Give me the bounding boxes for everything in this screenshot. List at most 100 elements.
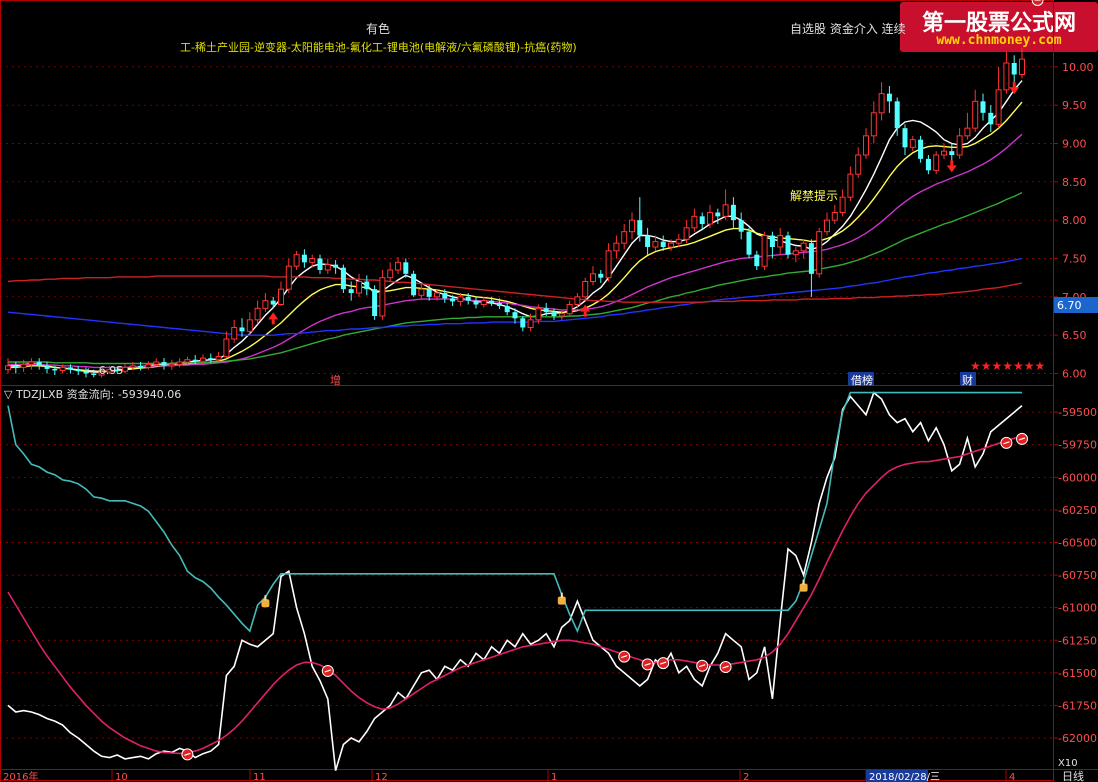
time-label: 4 (1009, 772, 1015, 782)
candle-body (754, 254, 760, 267)
candle-body (426, 289, 432, 297)
candle-body (582, 281, 589, 298)
low-price-label: ← 6.95 (86, 364, 123, 377)
time-label: 2018/02/28/三 (869, 772, 940, 782)
candle-body (1011, 63, 1017, 75)
candle-body (574, 296, 581, 306)
candle-body (52, 368, 58, 371)
down-arrow-stem (1012, 82, 1016, 88)
hand-marker-finger (802, 579, 805, 585)
indicator-line (7, 436, 1023, 755)
sector-label: 有色 (366, 22, 390, 36)
indicator-tick-label: -59750 (1058, 439, 1097, 452)
candle-body (675, 238, 682, 244)
candle-body (450, 298, 456, 302)
indicator-tick-label: -61500 (1058, 667, 1097, 680)
candle-body (496, 302, 502, 307)
event-mark-2[interactable]: 借榜 (851, 373, 873, 387)
candle-body (535, 307, 542, 321)
candle-body (434, 292, 440, 298)
ma-line (8, 133, 1023, 369)
time-label: 12 (375, 772, 388, 782)
price-tick-label: 9.00 (1062, 138, 1087, 151)
candle-body (192, 359, 198, 362)
candle-body (348, 289, 354, 293)
candle-body (964, 127, 971, 137)
buy-signal-marker (1031, 0, 1044, 6)
candle-body (246, 319, 253, 332)
price-axis: 6.006.507.007.508.008.509.009.5010.00 (1053, 61, 1094, 381)
event-mark-3[interactable]: 财 (962, 373, 973, 387)
candlestick-series[interactable] (5, 47, 1025, 378)
candle-body (293, 254, 300, 267)
indicator-lines (7, 391, 1023, 771)
indicator-tick-label: -62000 (1058, 732, 1097, 745)
candle-body (254, 307, 261, 321)
candle-body (800, 242, 807, 252)
candle-body (652, 241, 659, 248)
candle-body (5, 365, 11, 371)
hand-marker (557, 596, 566, 605)
candle-body (816, 231, 823, 275)
candle-body (902, 128, 908, 148)
candle-body (831, 212, 838, 221)
candle-body (168, 363, 175, 367)
period-label[interactable]: 日线 (1062, 769, 1084, 782)
moving-average-lines (7, 80, 1023, 373)
time-label: 2 (743, 772, 749, 782)
up-arrow-stem (583, 311, 587, 317)
candle-body (356, 281, 362, 294)
time-label: 11 (253, 772, 266, 782)
candle-body (980, 101, 986, 113)
event-mark-1[interactable]: 增 (330, 373, 341, 387)
indicator-line (7, 391, 1023, 771)
candle-body (75, 369, 81, 372)
candle-body (878, 93, 885, 114)
indicator-axis: -59500 -59750 -60000 -60250 -60500 -60750 -610… (1053, 406, 1097, 745)
candle-body (504, 306, 510, 313)
candle-body (340, 267, 346, 290)
indicator-tick-label: -60000 (1058, 471, 1097, 484)
indicator-tick-label: -61250 (1058, 634, 1097, 647)
indicator-line (7, 391, 1022, 634)
indicator-tick-label: -60750 (1058, 569, 1097, 582)
candle-body (138, 365, 144, 368)
candle-body (808, 243, 814, 274)
candle-body (1019, 58, 1025, 76)
candle-body (527, 319, 534, 329)
candle-body (715, 212, 721, 217)
candle-body (176, 361, 183, 365)
candle-body (403, 262, 409, 274)
price-tick-label: 6.00 (1062, 368, 1087, 381)
candle-body (387, 269, 394, 279)
candle-body (13, 365, 19, 368)
candle-body (629, 219, 635, 233)
candle-body (847, 173, 854, 198)
candle-body (777, 235, 784, 248)
candle-body (839, 196, 846, 214)
candle-body (372, 289, 378, 316)
candle-body (863, 135, 869, 156)
unlock-annotation: 解禁提示 (790, 188, 838, 203)
zoom-level[interactable]: X10 (1058, 758, 1078, 769)
candle-body (909, 139, 916, 148)
hand-marker-finger (264, 595, 267, 601)
candle-body (512, 312, 518, 319)
candle-body (761, 235, 768, 267)
stock-chart[interactable]: 有色 工-稀土产业园-逆变器-太阳能电池-氟化工-锂电池(电解液/六氟磷酸锂)-… (0, 0, 1098, 782)
hand-marker-finger (560, 592, 563, 598)
price-tick-label: 10.00 (1062, 61, 1094, 74)
candle-body (153, 361, 160, 365)
indicator-title[interactable]: ▽ TDZJLXB 资金流向: -593940.06 (4, 387, 181, 401)
candle-body (317, 258, 323, 270)
candle-body (590, 273, 596, 283)
indicator-tick-label: -60500 (1058, 537, 1097, 550)
header-links[interactable]: 自选股 资金介入 连续 (790, 21, 906, 36)
candle-body (200, 357, 206, 362)
candle-body (239, 327, 245, 332)
candle-body (36, 362, 42, 366)
candle-body (262, 300, 269, 309)
candle-body (551, 312, 557, 316)
candle-body (988, 112, 994, 125)
candle-body (411, 273, 417, 296)
